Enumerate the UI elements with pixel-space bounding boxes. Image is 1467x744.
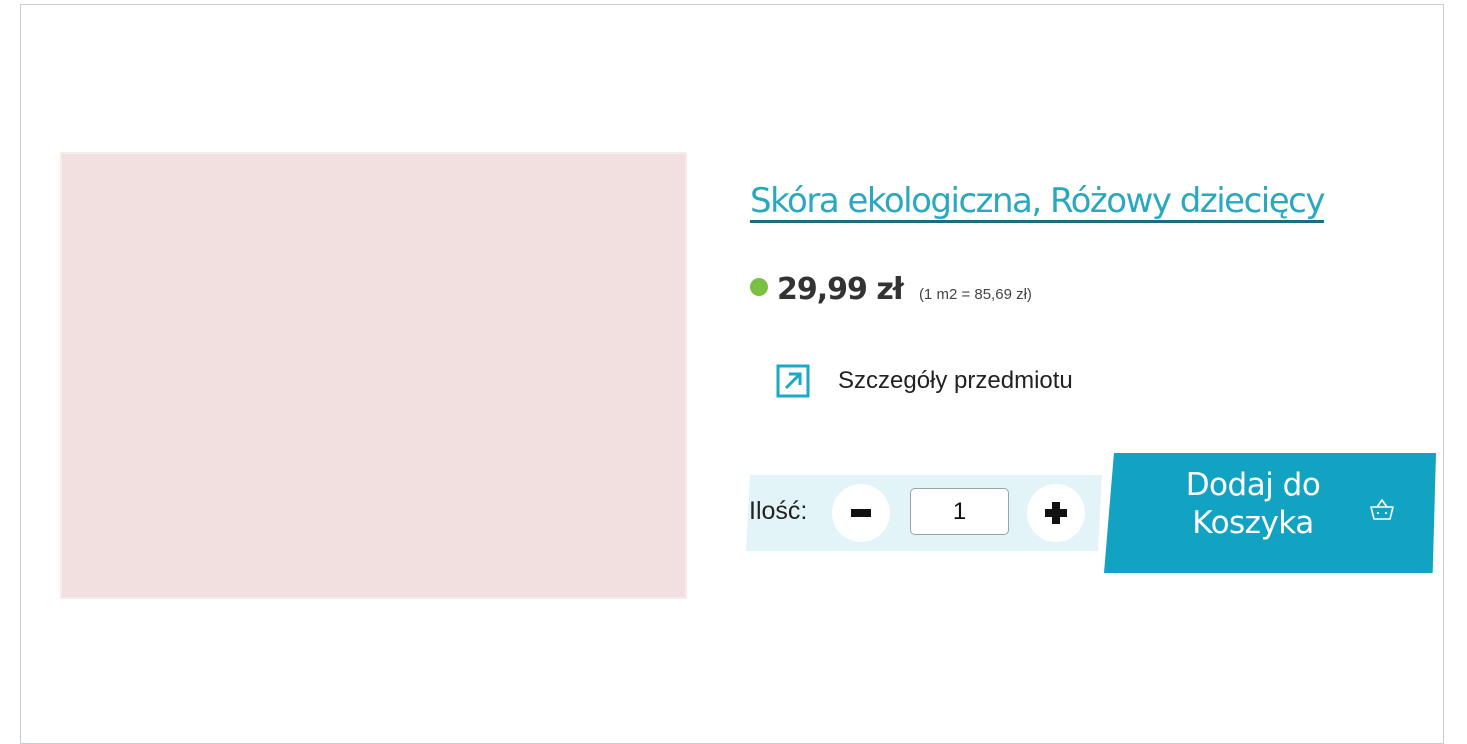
item-details-label: Szczegóły przedmiotu — [838, 367, 1073, 394]
product-title-link[interactable]: Skóra ekologiczna, Różowy dziecięcy — [750, 181, 1325, 221]
basket-icon[interactable] — [1368, 496, 1396, 524]
unit-price: (1 m2 = 85,69 zł) — [918, 286, 1032, 303]
quantity-increment-button[interactable] — [1027, 484, 1085, 542]
item-details-link[interactable]: Szczegóły przedmiotu — [776, 364, 1073, 398]
product-image[interactable] — [60, 152, 687, 599]
product-price: 29,99 zł — [777, 272, 904, 307]
price-row: 29,99 zł (1 m2 = 85,69 zł) — [750, 272, 1032, 307]
quantity-label: Ilość: — [749, 497, 808, 525]
minus-icon — [851, 509, 871, 517]
external-link-arrow-icon — [776, 364, 810, 398]
plus-icon — [1045, 502, 1067, 524]
add-to-cart-label[interactable]: Dodaj do Koszyka — [1158, 466, 1348, 542]
add-to-cart-line1: Dodaj do — [1185, 467, 1321, 503]
availability-dot-icon — [750, 278, 768, 296]
quantity-decrement-button[interactable] — [832, 484, 890, 542]
add-to-cart-line2: Koszyka — [1192, 505, 1314, 541]
quantity-input[interactable] — [910, 488, 1009, 535]
